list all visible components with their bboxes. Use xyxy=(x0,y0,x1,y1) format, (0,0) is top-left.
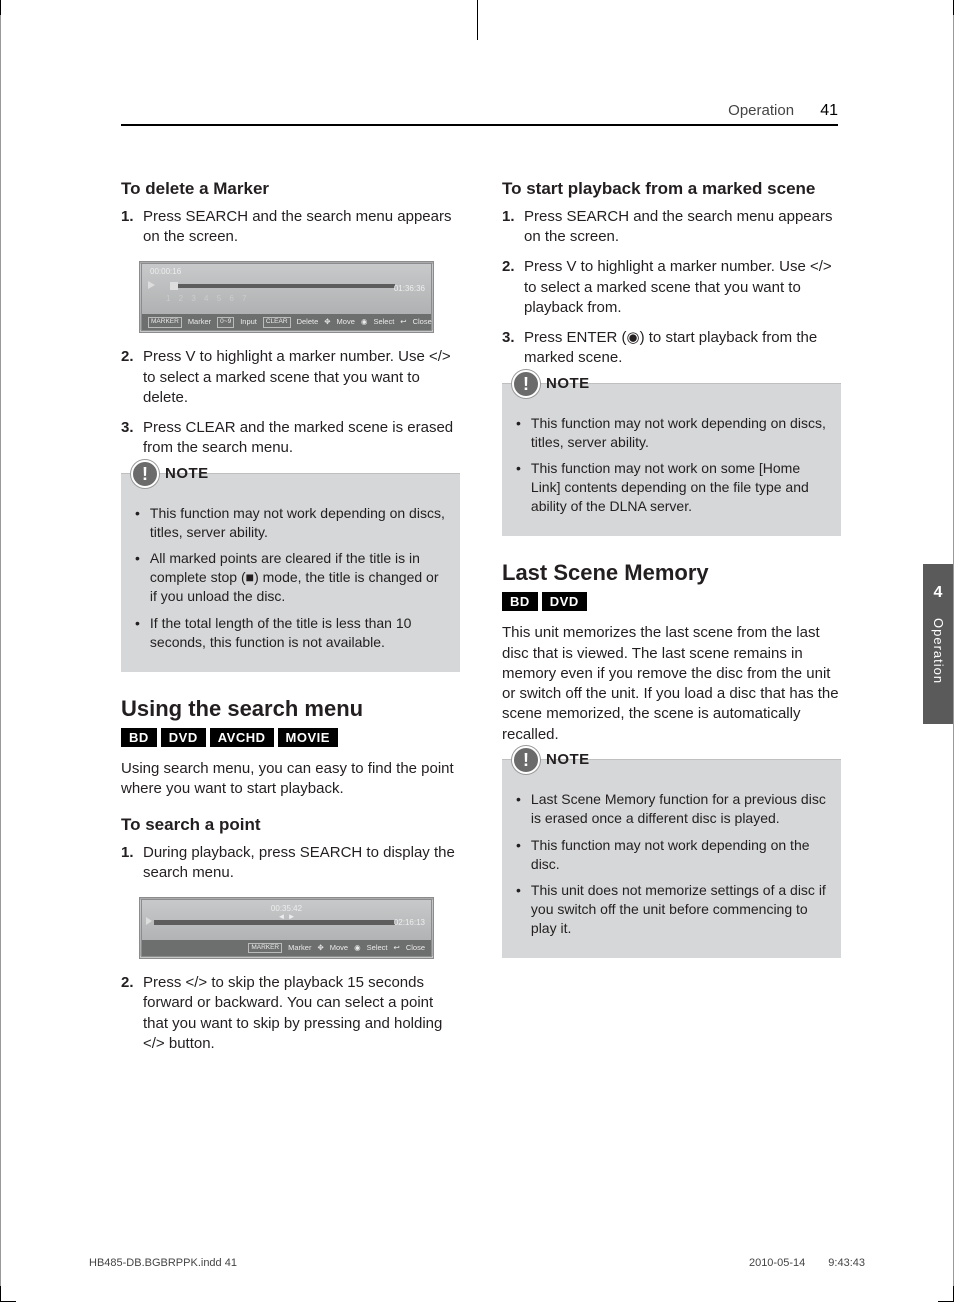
media-tags: BD DVD AVCHD MOVIE xyxy=(121,728,460,748)
tag: DVD xyxy=(161,728,206,748)
tag: MOVIE xyxy=(278,728,338,748)
list-item: 1.During playback, press SEARCH to displ… xyxy=(121,843,460,884)
note-badge: ! NOTE xyxy=(512,370,590,398)
osd-label: Move xyxy=(337,317,355,327)
right-column: To start playback from a marked scene 1.… xyxy=(502,178,841,1068)
play-icon xyxy=(146,917,152,925)
section-name: Operation xyxy=(728,102,794,119)
left-column: To delete a Marker 1.Press SEARCH and th… xyxy=(121,178,460,1068)
exclamation-icon: ! xyxy=(512,370,540,398)
list-item: 2.Press V to highlight a marker number. … xyxy=(502,257,841,318)
search-menu-screenshot-skip: 00:35:42 ◄ ► 02:16:13 MARKER Marker ✥ Mo… xyxy=(139,897,434,959)
osd-label: Delete xyxy=(297,317,319,327)
close-icon: ↩ xyxy=(394,943,400,953)
note-badge: ! NOTE xyxy=(512,746,590,774)
select-icon: ◉ xyxy=(354,943,361,953)
search-point-steps: 1.During playback, press SEARCH to displ… xyxy=(121,843,460,884)
note-badge: ! NOTE xyxy=(131,460,209,488)
running-header: Operation 41 xyxy=(728,100,838,122)
note-box: ! NOTE This function may not work depend… xyxy=(502,383,841,536)
tag: BD xyxy=(502,592,538,612)
heading-start-playback: To start playback from a marked scene xyxy=(502,178,841,201)
chapter-tab: 4 Operation xyxy=(923,564,953,724)
source-file: HB485-DB.BGBRPPK.indd 41 xyxy=(89,1256,237,1271)
note-item: If the total length of the title is less… xyxy=(135,614,446,652)
move-icon: ✥ xyxy=(317,943,323,953)
start-playback-steps: 1.Press SEARCH and the search menu appea… xyxy=(502,207,841,369)
crop-mark xyxy=(938,1286,954,1302)
crop-mark xyxy=(0,1286,16,1302)
heading-using-search-menu: Using the search menu xyxy=(121,694,460,724)
page-divider xyxy=(477,0,478,40)
list-item: 3.Press ENTER (◉) to start playback from… xyxy=(502,328,841,369)
list-item: 3.Press CLEAR and the marked scene is er… xyxy=(121,418,460,459)
note-box: ! NOTE Last Scene Memory function for a … xyxy=(502,759,841,958)
clear-key-icon: CLEAR xyxy=(263,317,291,328)
note-label: NOTE xyxy=(546,750,590,770)
header-rule xyxy=(121,124,838,126)
note-label: NOTE xyxy=(546,374,590,394)
note-item: All marked points are cleared if the tit… xyxy=(135,549,446,606)
crop-mark xyxy=(938,0,954,15)
list-item: 2.Press </> to skip the playback 15 seco… xyxy=(121,973,460,1054)
tag: DVD xyxy=(542,592,587,612)
osd-control-bar: MARKER Marker ✥ Move ◉ Select ↩ Close xyxy=(142,940,431,956)
search-menu-screenshot-markers: 00:00:16 01:36:36 1 2 3 4 5 6 7 MARKER M… xyxy=(139,261,434,333)
move-icon: ✥ xyxy=(324,317,330,327)
heading-delete-marker: To delete a Marker xyxy=(121,178,460,201)
osd-label: Select xyxy=(367,943,388,953)
last-scene-paragraph: This unit memorizes the last scene from … xyxy=(502,623,841,745)
tag: BD xyxy=(121,728,157,748)
content-columns: To delete a Marker 1.Press SEARCH and th… xyxy=(121,178,841,1068)
note-item: This unit does not memorize settings of … xyxy=(516,881,827,938)
page-footer: HB485-DB.BGBRPPK.indd 41 2010-05-14 9:43… xyxy=(89,1256,865,1271)
list-item: 1.Press SEARCH and the search menu appea… xyxy=(121,207,460,248)
osd-label: Marker xyxy=(188,317,211,327)
intro-paragraph: Using search menu, you can easy to find … xyxy=(121,759,460,800)
progress-bar xyxy=(170,284,395,288)
progress-bar xyxy=(154,920,395,925)
chapter-label: Operation xyxy=(929,618,947,684)
note-item: This function may not work depending on … xyxy=(516,836,827,874)
media-tags: BD DVD xyxy=(502,592,841,612)
timecode-total: 01:36:36 xyxy=(394,284,425,295)
note-item: Last Scene Memory function for a previou… xyxy=(516,790,827,828)
search-point-steps-cont: 2.Press </> to skip the playback 15 seco… xyxy=(121,973,460,1054)
list-item: 2.Press V to highlight a marker number. … xyxy=(121,347,460,408)
heading-last-scene-memory: Last Scene Memory xyxy=(502,558,841,588)
note-item: This function may not work depending on … xyxy=(516,414,827,452)
osd-label: Close xyxy=(406,943,425,953)
crop-mark xyxy=(0,0,16,15)
note-item: This function may not work on some [Home… xyxy=(516,459,827,516)
note-box: ! NOTE This function may not work depend… xyxy=(121,473,460,672)
osd-label: Input xyxy=(240,317,257,327)
chapter-number: 4 xyxy=(934,582,943,604)
manual-page: Operation 41 4 Operation To delete a Mar… xyxy=(0,0,954,1301)
numeric-key-icon: 0~9 xyxy=(217,317,234,328)
note-label: NOTE xyxy=(165,464,209,484)
note-item: This function may not work depending on … xyxy=(135,504,446,542)
footer-timestamp: 2010-05-14 9:43:43 xyxy=(749,1256,865,1271)
close-icon: ↩ xyxy=(400,317,406,327)
play-icon xyxy=(148,281,155,289)
delete-marker-steps: 1.Press SEARCH and the search menu appea… xyxy=(121,207,460,248)
exclamation-icon: ! xyxy=(131,460,159,488)
osd-label: Move xyxy=(330,943,348,953)
osd-label: Select xyxy=(373,317,394,327)
timecode-current: 00:00:16 xyxy=(150,267,181,278)
delete-marker-steps-cont: 2.Press V to highlight a marker number. … xyxy=(121,347,460,458)
osd-control-bar: MARKER Marker 0~9 Input CLEAR Delete ✥ M… xyxy=(142,314,431,330)
marker-key-icon: MARKER xyxy=(248,943,282,954)
marker-numbers: 1 2 3 4 5 6 7 xyxy=(166,294,249,305)
heading-search-point: To search a point xyxy=(121,814,460,837)
exclamation-icon: ! xyxy=(512,746,540,774)
list-item: 1.Press SEARCH and the search menu appea… xyxy=(502,207,841,248)
marker-key-icon: MARKER xyxy=(148,317,182,328)
select-icon: ◉ xyxy=(361,317,368,327)
osd-label: Marker xyxy=(288,943,311,953)
page-number: 41 xyxy=(820,102,838,119)
osd-label: Close xyxy=(413,317,432,327)
tag: AVCHD xyxy=(210,728,274,748)
timecode-total: 02:16:13 xyxy=(394,918,425,929)
